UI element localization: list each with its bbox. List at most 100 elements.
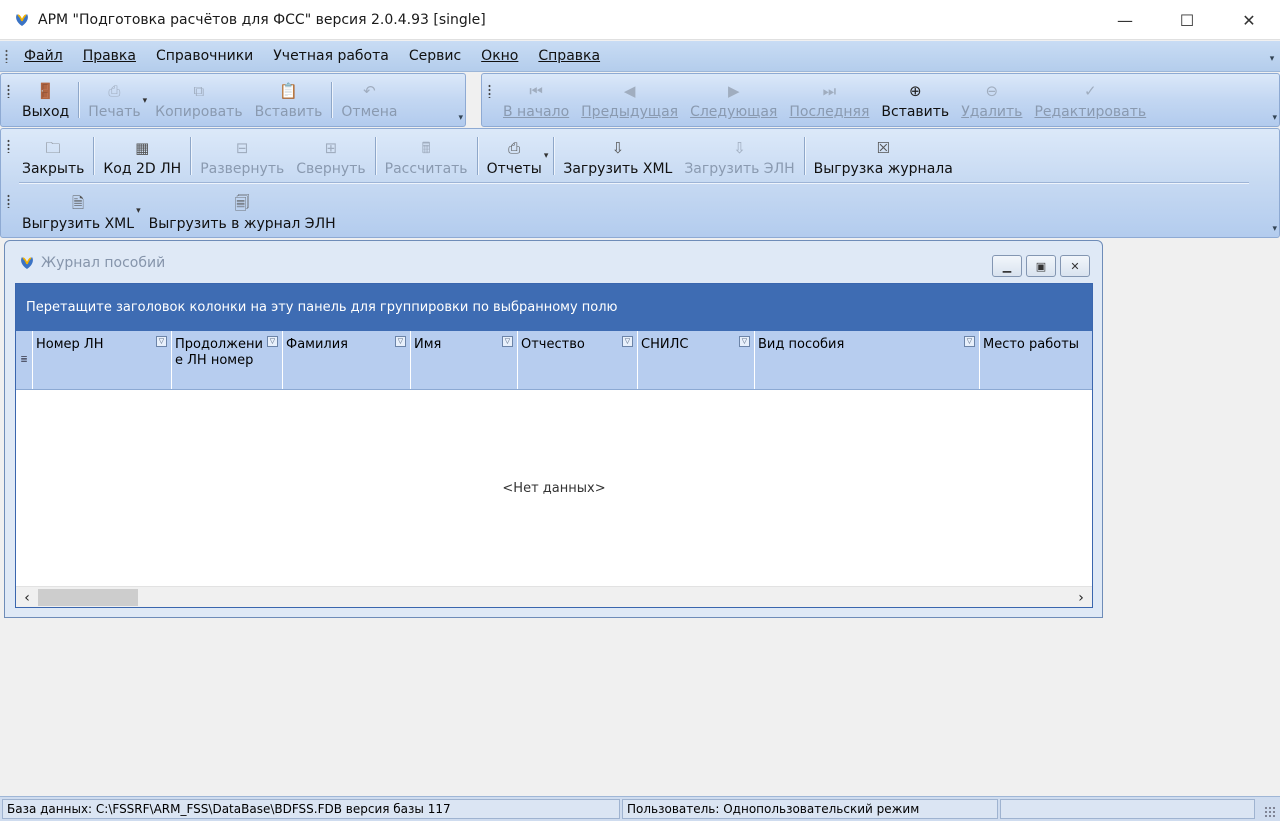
previous-icon: ◀ <box>623 82 636 100</box>
window-titlebar: АРМ "Подготовка расчётов для ФСС" версия… <box>0 0 1280 40</box>
toolbar-grip-icon[interactable] <box>7 194 10 208</box>
menu-references[interactable]: Справочники <box>146 48 263 64</box>
printer-icon: ⎙ <box>508 139 521 157</box>
printer-icon: ⎙ <box>108 82 121 100</box>
menu-window[interactable]: Окно <box>471 48 528 64</box>
menu-grip-icon[interactable] <box>5 49 8 63</box>
child-close-button[interactable]: ✕ <box>1060 255 1090 277</box>
column-header-first-name[interactable]: Имя ▽ <box>411 331 518 389</box>
column-header-surname[interactable]: Фамилия ▽ <box>283 331 411 389</box>
child-minimize-button[interactable]: ▁ <box>992 255 1022 277</box>
collapse-tree-icon: ⊞ <box>324 139 338 157</box>
horizontal-scrollbar[interactable]: ‹ › <box>16 586 1092 607</box>
window-title: АРМ "Подготовка расчётов для ФСС" версия… <box>38 11 486 28</box>
main-toolbar: 🚪 Выход ⎙ Печать ▾ ⧉ Копировать 📋 Встави… <box>0 73 466 127</box>
export-journal-button[interactable]: ☒ Выгрузка журнала <box>808 129 959 183</box>
code-2d-button[interactable]: ▦ Код 2D ЛН <box>97 129 187 183</box>
column-header-ln-continuation[interactable]: Продолжени е ЛН номер ▽ <box>172 331 283 389</box>
filter-icon[interactable]: ▽ <box>395 336 406 347</box>
column-chooser-icon[interactable]: ≣ <box>16 331 33 389</box>
reports-button[interactable]: ⎙ Отчеты <box>481 129 548 183</box>
toolbar-grip-icon[interactable] <box>7 84 10 98</box>
collapse-button[interactable]: ⊞ Свернуть <box>290 129 371 183</box>
load-xml-button[interactable]: ⇩ Загрузить XML <box>557 129 678 183</box>
plus-circle-icon: ⊕ <box>909 82 922 100</box>
minus-circle-icon: ⊖ <box>985 82 999 100</box>
export-xml-button[interactable]: 🗎 Выгрузить XML <box>16 184 140 238</box>
minimize-button[interactable]: — <box>1094 0 1156 40</box>
calculator-icon: 🖩 <box>421 139 431 157</box>
menu-service[interactable]: Сервис <box>399 48 471 64</box>
column-header-snils[interactable]: СНИЛС ▽ <box>638 331 755 389</box>
expand-tree-icon: ⊟ <box>235 139 249 157</box>
print-dropdown-icon[interactable]: ▾ <box>143 74 148 126</box>
clipboard-paste-icon: 📋 <box>279 82 298 100</box>
grid-header-row: ≣ Номер ЛН ▽ Продолжени е ЛН номер ▽ Фамил… <box>16 331 1092 390</box>
scroll-right-icon[interactable]: › <box>1071 588 1091 607</box>
toolbar-overflow-icon[interactable]: ▾ <box>1272 113 1277 123</box>
journal-toolbar: 🗀 Закрыть ▦ Код 2D ЛН ⊟ Развернуть ⊞ Све… <box>0 128 1280 238</box>
delete-record-button[interactable]: ⊖ Удалить <box>955 74 1028 126</box>
copy-button[interactable]: ⧉ Копировать <box>149 74 248 126</box>
filter-icon[interactable]: ▽ <box>622 336 633 347</box>
menu-edit[interactable]: Правка <box>73 48 146 64</box>
menu-overflow-icon[interactable]: ▾ <box>1267 48 1277 64</box>
scroll-thumb[interactable] <box>38 589 138 606</box>
first-icon: ⏮ <box>529 82 543 100</box>
last-record-button[interactable]: ⏭ Последняя <box>783 74 875 126</box>
filter-icon[interactable]: ▽ <box>156 336 167 347</box>
first-record-button[interactable]: ⏮ В начало <box>497 74 575 126</box>
resize-grip-icon[interactable] <box>1264 806 1276 818</box>
close-button[interactable]: ✕ <box>1218 0 1280 40</box>
print-button[interactable]: ⎙ Печать <box>82 74 146 126</box>
journal-window: Журнал пособий ▁ ▣ ✕ Перетащите заголово… <box>4 240 1103 618</box>
journal-window-title: Журнал пособий <box>41 254 166 271</box>
group-by-panel[interactable]: Перетащите заголовок колонки на эту пане… <box>16 284 1092 331</box>
menu-bar: Файл Правка Справочники Учетная работа С… <box>0 41 1280 72</box>
column-header-ln-number[interactable]: Номер ЛН ▽ <box>33 331 172 389</box>
next-record-button[interactable]: ▶ Следующая <box>684 74 783 126</box>
status-bar: База данных: C:\FSSRF\ARM_FSS\DataBase\B… <box>0 796 1280 821</box>
minimize-icon: ▁ <box>1002 259 1012 273</box>
paste-button[interactable]: 📋 Вставить <box>249 74 329 126</box>
filter-icon[interactable]: ▽ <box>739 336 750 347</box>
navigation-toolbar: ⏮ В начало ◀ Предыдущая ▶ Следующая ⏭ По… <box>481 73 1280 127</box>
close-journal-button[interactable]: 🗀 Закрыть <box>16 129 90 183</box>
toolbar-overflow-icon[interactable]: ▾ <box>458 113 463 123</box>
close-icon: ✕ <box>1070 259 1080 273</box>
previous-record-button[interactable]: ◀ Предыдущая <box>575 74 684 126</box>
journal-window-titlebar: Журнал пособий ▁ ▣ ✕ <box>5 241 1102 284</box>
last-icon: ⏭ <box>822 82 837 100</box>
undo-button[interactable]: ↶ Отмена <box>335 74 403 126</box>
menu-help[interactable]: Справка <box>528 48 610 64</box>
column-header-patronymic[interactable]: Отчество ▽ <box>518 331 638 389</box>
export-xml-dropdown-icon[interactable]: ▾ <box>136 184 141 238</box>
filter-icon[interactable]: ▽ <box>502 336 513 347</box>
expand-button[interactable]: ⊟ Развернуть <box>194 129 290 183</box>
toolbar-grip-icon[interactable] <box>488 84 491 98</box>
export-eln-journal-button[interactable]: 🗐 Выгрузить в журнал ЭЛН <box>143 184 342 238</box>
scroll-left-icon[interactable]: ‹ <box>17 588 37 607</box>
status-user: Пользователь: Однопользовательский режим <box>622 799 998 819</box>
door-exit-icon: 🚪 <box>36 82 55 100</box>
filter-icon[interactable]: ▽ <box>267 336 278 347</box>
close-folder-icon: 🗀 <box>45 139 61 157</box>
toolbar-grip-icon[interactable] <box>7 139 10 153</box>
maximize-button[interactable]: ☐ <box>1156 0 1218 40</box>
column-header-benefit-type[interactable]: Вид пособия ▽ <box>755 331 980 389</box>
exit-button[interactable]: 🚪 Выход <box>16 74 75 126</box>
reports-dropdown-icon[interactable]: ▾ <box>544 129 549 183</box>
toolbar-overflow-icon[interactable]: ▾ <box>1272 224 1277 234</box>
no-data-message: <Нет данных> <box>502 481 606 496</box>
load-eln-button[interactable]: ⇩ Загрузить ЭЛН <box>678 129 800 183</box>
menu-accounting[interactable]: Учетная работа <box>263 48 399 64</box>
calculate-button[interactable]: 🖩 Рассчитать <box>379 129 474 183</box>
edit-record-button[interactable]: ✓ Редактировать <box>1028 74 1152 126</box>
export-xml-icon: 🗎 <box>72 194 85 212</box>
child-restore-button[interactable]: ▣ <box>1026 255 1056 277</box>
insert-record-button[interactable]: ⊕ Вставить <box>875 74 955 126</box>
column-header-workplace[interactable]: Место работы <box>980 331 1088 389</box>
qr-code-icon: ▦ <box>135 139 150 157</box>
filter-icon[interactable]: ▽ <box>964 336 975 347</box>
menu-file[interactable]: Файл <box>14 48 73 64</box>
